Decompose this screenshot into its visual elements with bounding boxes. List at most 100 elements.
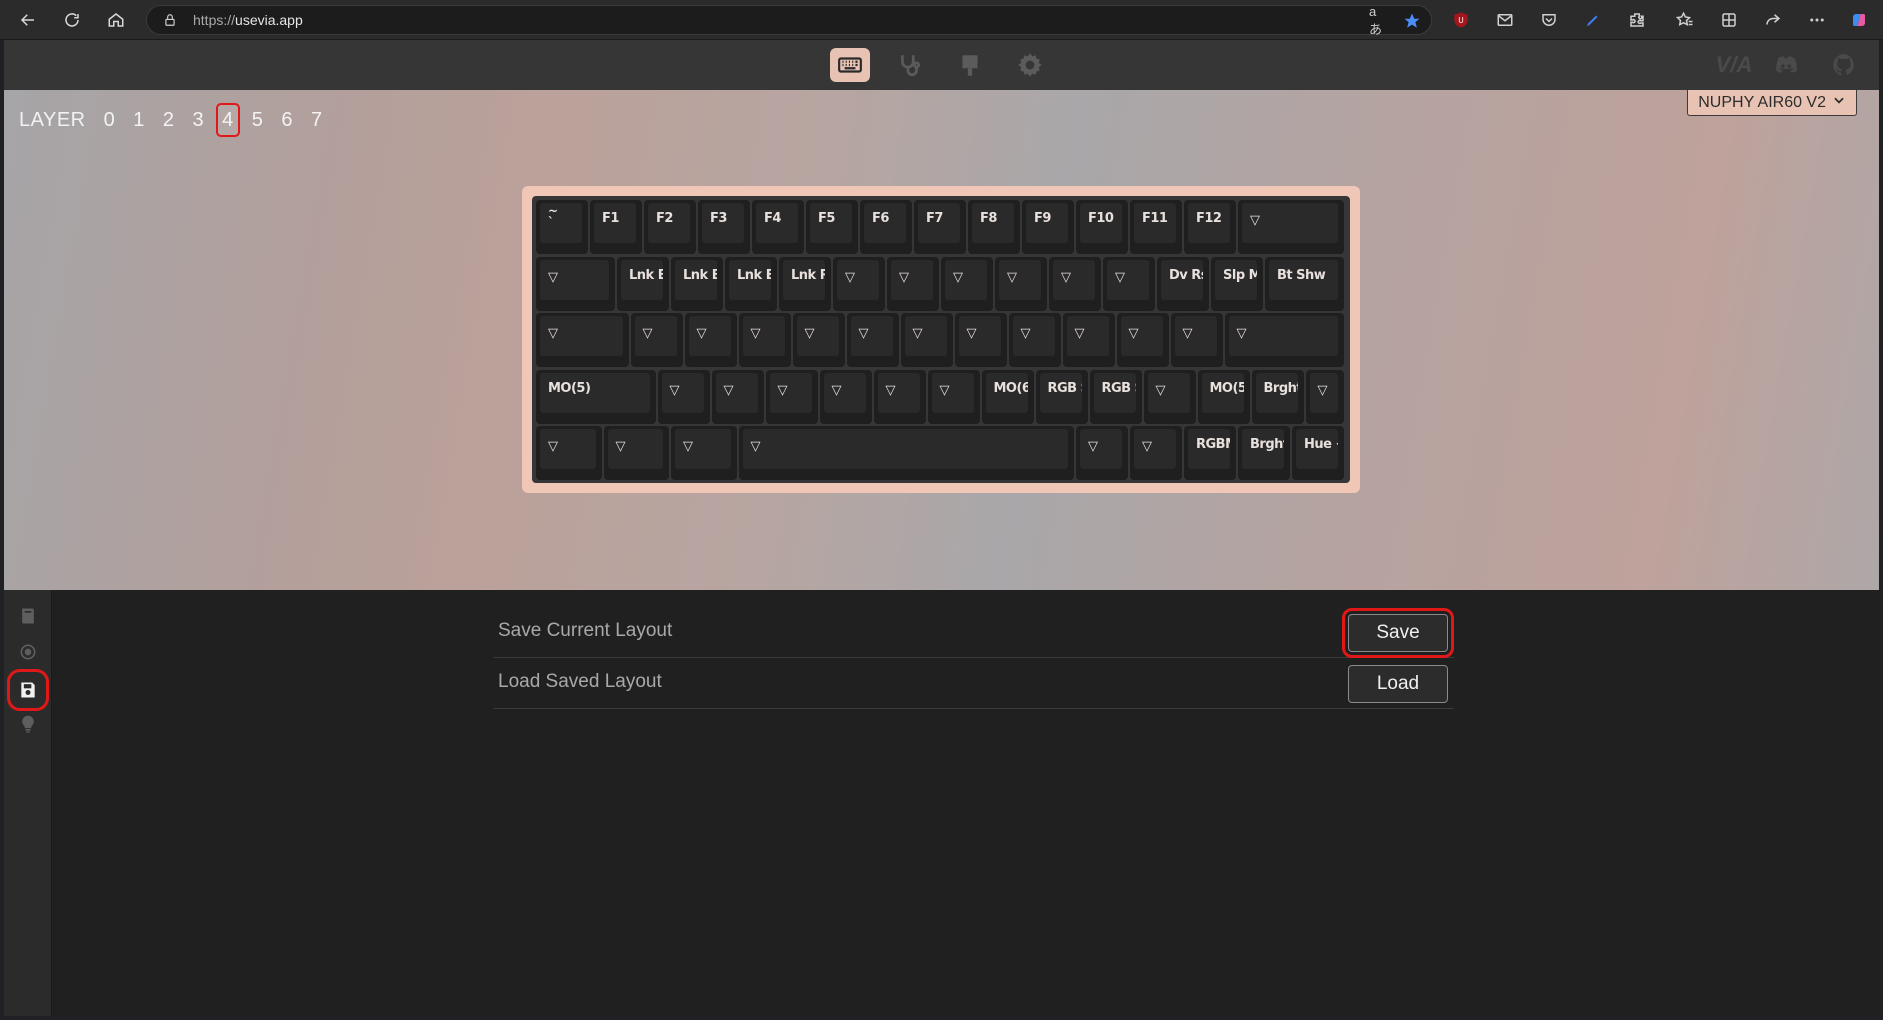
save-button[interactable]: Save [1342, 608, 1454, 658]
keycap-r0-k11[interactable]: F11 [1130, 200, 1182, 254]
keycap-r0-k12[interactable]: F12 [1184, 200, 1236, 254]
keycap-r2-k2[interactable]: ▽ [684, 313, 737, 367]
save-icon[interactable] [7, 669, 49, 711]
layer-2[interactable]: 2 [157, 103, 181, 137]
keycap-r3-k10[interactable]: ▽ [1143, 369, 1196, 424]
keycap-r1-k2[interactable]: Lnk BL [671, 256, 723, 311]
more-icon[interactable] [1806, 9, 1828, 31]
keycap-r0-k3[interactable]: F3 [698, 200, 750, 254]
url-text[interactable]: https://usevia.app [193, 12, 303, 28]
read-aloud-icon[interactable]: aあ [1369, 4, 1387, 37]
keycap-r2-k4[interactable]: ▽ [792, 313, 845, 367]
stethoscope-icon[interactable] [890, 48, 930, 82]
layer-5[interactable]: 5 [246, 103, 270, 137]
keycap-r1-k1[interactable]: Lnk BL [617, 256, 669, 311]
keycap-r2-k9[interactable]: ▽ [1062, 313, 1115, 367]
keycap-r3-k1[interactable]: ▽ [657, 369, 710, 424]
layer-7[interactable]: 7 [305, 103, 329, 137]
keycap-r0-k1[interactable]: F1 [590, 200, 642, 254]
keycap-r1-k5[interactable]: ▽ [833, 256, 885, 311]
keycap-r2-k10[interactable]: ▽ [1116, 313, 1169, 367]
keycap-r2-k1[interactable]: ▽ [630, 313, 683, 367]
book-icon[interactable] [12, 600, 44, 632]
keycap-r2-k8[interactable]: ▽ [1008, 313, 1061, 367]
target-icon[interactable] [12, 636, 44, 668]
keycap-r1-k9[interactable]: ▽ [1049, 256, 1101, 311]
copilot-icon[interactable] [1848, 9, 1870, 31]
keycap-r4-k6[interactable]: RGBMo [1184, 426, 1236, 480]
paint-brush-icon[interactable] [950, 48, 990, 82]
favorite-star-icon[interactable] [1403, 12, 1421, 30]
keycap-r0-k9[interactable]: F9 [1022, 200, 1074, 254]
keycap-r2-k5[interactable]: ▽ [846, 313, 899, 367]
discord-icon[interactable] [1768, 48, 1804, 82]
keycap-r3-k12[interactable]: Brght+ [1251, 369, 1304, 424]
keycap-r3-k8[interactable]: RGB SI [1035, 369, 1088, 424]
keycap-r3-k6[interactable]: ▽ [927, 369, 980, 424]
back-icon[interactable] [14, 6, 42, 34]
keycap-r2-k11[interactable]: ▽ [1170, 313, 1223, 367]
collections-icon[interactable] [1718, 9, 1740, 31]
keycap-r4-k7[interactable]: Brght- [1238, 426, 1290, 480]
keycap-r3-k2[interactable]: ▽ [711, 369, 764, 424]
keycap-r1-k10[interactable]: ▽ [1103, 256, 1155, 311]
mail-icon[interactable] [1494, 9, 1516, 31]
keycap-r4-k0[interactable]: ▽ [536, 426, 602, 480]
keycap-r3-k7[interactable]: MO(6) [981, 369, 1034, 424]
extensions-icon[interactable] [1626, 9, 1648, 31]
keycap-r1-k7[interactable]: ▽ [941, 256, 993, 311]
layer-1[interactable]: 1 [127, 103, 151, 137]
keycap-r1-k12[interactable]: Slp Mo [1211, 256, 1263, 311]
layer-4[interactable]: 4 [216, 103, 240, 137]
favorites-icon[interactable] [1674, 9, 1696, 31]
via-logo[interactable]: V/A [1710, 48, 1758, 82]
address-bar[interactable]: https://usevia.app aあ [146, 4, 1432, 37]
keycap-r0-k10[interactable]: F10 [1076, 200, 1128, 254]
layer-6[interactable]: 6 [275, 103, 299, 137]
pocket-icon[interactable] [1538, 9, 1560, 31]
keycap-r4-k8[interactable]: Hue + [1292, 426, 1344, 480]
keycap-r2-k6[interactable]: ▽ [900, 313, 953, 367]
keycap-r1-k4[interactable]: Lnk RF [779, 256, 831, 311]
keycap-r4-k2[interactable]: ▽ [671, 426, 737, 480]
keycap-r2-k3[interactable]: ▽ [738, 313, 791, 367]
keycap-r1-k8[interactable]: ▽ [995, 256, 1047, 311]
refresh-icon[interactable] [58, 6, 86, 34]
keycap-r1-k13[interactable]: Bt Shw [1265, 256, 1344, 311]
keycap-r3-k9[interactable]: RGB SI [1089, 369, 1142, 424]
keycap-r0-k4[interactable]: F4 [752, 200, 804, 254]
lightbulb-icon[interactable] [12, 708, 44, 740]
load-button[interactable]: Load [1348, 665, 1448, 703]
settings-icon[interactable] [1010, 48, 1050, 82]
share-icon[interactable] [1762, 9, 1784, 31]
keycap-r0-k0[interactable]: ~ ` [536, 200, 588, 254]
layer-0[interactable]: 0 [98, 103, 122, 137]
keycap-r1-k3[interactable]: Lnk BL [725, 256, 777, 311]
keycap-r4-k4[interactable]: ▽ [1076, 426, 1128, 480]
keyboard-icon[interactable] [830, 48, 870, 82]
keycap-r4-k5[interactable]: ▽ [1130, 426, 1182, 480]
home-icon[interactable] [102, 6, 130, 34]
keycap-r0-k5[interactable]: F5 [806, 200, 858, 254]
layer-3[interactable]: 3 [186, 103, 210, 137]
keycap-r3-k11[interactable]: MO(5) [1197, 369, 1250, 424]
keycap-r3-k13[interactable]: ▽ [1305, 369, 1344, 424]
keycap-r1-k11[interactable]: Dv Rst [1157, 256, 1209, 311]
keycap-r0-k2[interactable]: F2 [644, 200, 696, 254]
keycap-r2-k7[interactable]: ▽ [954, 313, 1007, 367]
keycap-r0-k6[interactable]: F6 [860, 200, 912, 254]
keycap-r4-k1[interactable]: ▽ [603, 426, 669, 480]
keycap-r3-k0[interactable]: MO(5) [536, 369, 656, 424]
device-selector[interactable]: NUPHY AIR60 V2 [1687, 90, 1857, 116]
github-icon[interactable] [1826, 48, 1862, 82]
keycap-r3-k5[interactable]: ▽ [873, 369, 926, 424]
keycap-r2-k0[interactable]: ▽ [536, 313, 629, 367]
keycap-r0-k7[interactable]: F7 [914, 200, 966, 254]
ublock-icon[interactable]: U [1450, 9, 1472, 31]
keycap-r4-k3[interactable]: ▽ [738, 426, 1074, 480]
keycap-r2-k12[interactable]: ▽ [1224, 313, 1344, 367]
keycap-r3-k3[interactable]: ▽ [765, 369, 818, 424]
keycap-r1-k6[interactable]: ▽ [887, 256, 939, 311]
keycap-r0-k13[interactable]: ▽ [1238, 200, 1344, 254]
pen-extension-icon[interactable] [1582, 9, 1604, 31]
